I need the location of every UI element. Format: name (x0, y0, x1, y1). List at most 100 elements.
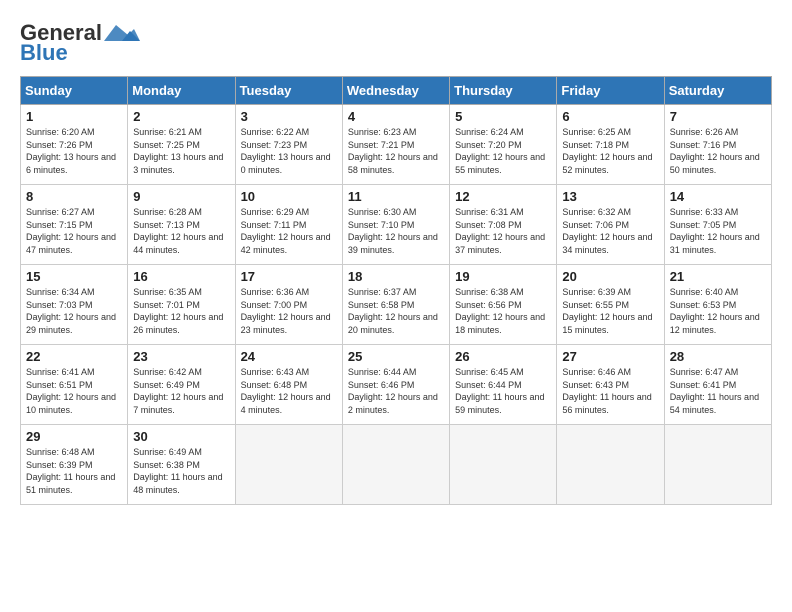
calendar-cell: 12 Sunrise: 6:31 AM Sunset: 7:08 PM Dayl… (450, 185, 557, 265)
day-detail: Sunrise: 6:38 AM Sunset: 6:56 PM Dayligh… (455, 286, 551, 336)
calendar-cell: 22 Sunrise: 6:41 AM Sunset: 6:51 PM Dayl… (21, 345, 128, 425)
day-number: 29 (26, 429, 122, 444)
calendar-cell (450, 425, 557, 505)
calendar-cell: 26 Sunrise: 6:45 AM Sunset: 6:44 PM Dayl… (450, 345, 557, 425)
day-number: 11 (348, 189, 444, 204)
day-detail: Sunrise: 6:30 AM Sunset: 7:10 PM Dayligh… (348, 206, 444, 256)
day-number: 10 (241, 189, 337, 204)
calendar-cell: 14 Sunrise: 6:33 AM Sunset: 7:05 PM Dayl… (664, 185, 771, 265)
calendar-cell: 24 Sunrise: 6:43 AM Sunset: 6:48 PM Dayl… (235, 345, 342, 425)
day-detail: Sunrise: 6:34 AM Sunset: 7:03 PM Dayligh… (26, 286, 122, 336)
calendar-cell: 27 Sunrise: 6:46 AM Sunset: 6:43 PM Dayl… (557, 345, 664, 425)
day-number: 2 (133, 109, 229, 124)
col-saturday: Saturday (664, 77, 771, 105)
calendar-cell: 4 Sunrise: 6:23 AM Sunset: 7:21 PM Dayli… (342, 105, 449, 185)
day-number: 20 (562, 269, 658, 284)
calendar-cell: 7 Sunrise: 6:26 AM Sunset: 7:16 PM Dayli… (664, 105, 771, 185)
day-number: 9 (133, 189, 229, 204)
calendar-cell (235, 425, 342, 505)
day-detail: Sunrise: 6:42 AM Sunset: 6:49 PM Dayligh… (133, 366, 229, 416)
calendar-cell: 20 Sunrise: 6:39 AM Sunset: 6:55 PM Dayl… (557, 265, 664, 345)
day-detail: Sunrise: 6:46 AM Sunset: 6:43 PM Dayligh… (562, 366, 658, 416)
day-detail: Sunrise: 6:35 AM Sunset: 7:01 PM Dayligh… (133, 286, 229, 336)
day-detail: Sunrise: 6:33 AM Sunset: 7:05 PM Dayligh… (670, 206, 766, 256)
logo: General Blue (20, 20, 140, 66)
day-number: 22 (26, 349, 122, 364)
day-number: 23 (133, 349, 229, 364)
day-detail: Sunrise: 6:20 AM Sunset: 7:26 PM Dayligh… (26, 126, 122, 176)
calendar-cell: 25 Sunrise: 6:44 AM Sunset: 6:46 PM Dayl… (342, 345, 449, 425)
calendar-cell: 17 Sunrise: 6:36 AM Sunset: 7:00 PM Dayl… (235, 265, 342, 345)
day-number: 4 (348, 109, 444, 124)
col-friday: Friday (557, 77, 664, 105)
day-number: 7 (670, 109, 766, 124)
calendar-cell: 1 Sunrise: 6:20 AM Sunset: 7:26 PM Dayli… (21, 105, 128, 185)
day-detail: Sunrise: 6:43 AM Sunset: 6:48 PM Dayligh… (241, 366, 337, 416)
calendar-week-row: 8 Sunrise: 6:27 AM Sunset: 7:15 PM Dayli… (21, 185, 772, 265)
calendar-header-row: Sunday Monday Tuesday Wednesday Thursday… (21, 77, 772, 105)
calendar-week-row: 22 Sunrise: 6:41 AM Sunset: 6:51 PM Dayl… (21, 345, 772, 425)
day-detail: Sunrise: 6:40 AM Sunset: 6:53 PM Dayligh… (670, 286, 766, 336)
calendar-week-row: 15 Sunrise: 6:34 AM Sunset: 7:03 PM Dayl… (21, 265, 772, 345)
day-detail: Sunrise: 6:26 AM Sunset: 7:16 PM Dayligh… (670, 126, 766, 176)
day-number: 24 (241, 349, 337, 364)
day-detail: Sunrise: 6:45 AM Sunset: 6:44 PM Dayligh… (455, 366, 551, 416)
day-detail: Sunrise: 6:48 AM Sunset: 6:39 PM Dayligh… (26, 446, 122, 496)
day-detail: Sunrise: 6:36 AM Sunset: 7:00 PM Dayligh… (241, 286, 337, 336)
calendar-cell: 3 Sunrise: 6:22 AM Sunset: 7:23 PM Dayli… (235, 105, 342, 185)
day-number: 8 (26, 189, 122, 204)
day-number: 28 (670, 349, 766, 364)
col-thursday: Thursday (450, 77, 557, 105)
calendar-cell: 11 Sunrise: 6:30 AM Sunset: 7:10 PM Dayl… (342, 185, 449, 265)
day-detail: Sunrise: 6:23 AM Sunset: 7:21 PM Dayligh… (348, 126, 444, 176)
day-number: 3 (241, 109, 337, 124)
calendar-cell: 19 Sunrise: 6:38 AM Sunset: 6:56 PM Dayl… (450, 265, 557, 345)
calendar-cell: 21 Sunrise: 6:40 AM Sunset: 6:53 PM Dayl… (664, 265, 771, 345)
col-tuesday: Tuesday (235, 77, 342, 105)
day-detail: Sunrise: 6:32 AM Sunset: 7:06 PM Dayligh… (562, 206, 658, 256)
calendar-cell: 23 Sunrise: 6:42 AM Sunset: 6:49 PM Dayl… (128, 345, 235, 425)
day-detail: Sunrise: 6:49 AM Sunset: 6:38 PM Dayligh… (133, 446, 229, 496)
calendar-cell (664, 425, 771, 505)
calendar-cell: 6 Sunrise: 6:25 AM Sunset: 7:18 PM Dayli… (557, 105, 664, 185)
day-number: 30 (133, 429, 229, 444)
day-number: 18 (348, 269, 444, 284)
calendar-cell: 13 Sunrise: 6:32 AM Sunset: 7:06 PM Dayl… (557, 185, 664, 265)
day-number: 5 (455, 109, 551, 124)
col-wednesday: Wednesday (342, 77, 449, 105)
day-number: 17 (241, 269, 337, 284)
calendar-cell: 16 Sunrise: 6:35 AM Sunset: 7:01 PM Dayl… (128, 265, 235, 345)
day-number: 14 (670, 189, 766, 204)
day-detail: Sunrise: 6:21 AM Sunset: 7:25 PM Dayligh… (133, 126, 229, 176)
calendar-cell: 10 Sunrise: 6:29 AM Sunset: 7:11 PM Dayl… (235, 185, 342, 265)
logo-blue-text: Blue (20, 40, 68, 66)
calendar-week-row: 29 Sunrise: 6:48 AM Sunset: 6:39 PM Dayl… (21, 425, 772, 505)
day-detail: Sunrise: 6:29 AM Sunset: 7:11 PM Dayligh… (241, 206, 337, 256)
calendar-cell (342, 425, 449, 505)
day-number: 1 (26, 109, 122, 124)
day-number: 27 (562, 349, 658, 364)
day-number: 21 (670, 269, 766, 284)
day-detail: Sunrise: 6:31 AM Sunset: 7:08 PM Dayligh… (455, 206, 551, 256)
day-number: 26 (455, 349, 551, 364)
calendar-cell: 5 Sunrise: 6:24 AM Sunset: 7:20 PM Dayli… (450, 105, 557, 185)
calendar-cell: 30 Sunrise: 6:49 AM Sunset: 6:38 PM Dayl… (128, 425, 235, 505)
page-header: General Blue (20, 20, 772, 66)
day-number: 12 (455, 189, 551, 204)
logo-icon (104, 21, 140, 45)
day-detail: Sunrise: 6:47 AM Sunset: 6:41 PM Dayligh… (670, 366, 766, 416)
calendar-cell: 29 Sunrise: 6:48 AM Sunset: 6:39 PM Dayl… (21, 425, 128, 505)
col-monday: Monday (128, 77, 235, 105)
col-sunday: Sunday (21, 77, 128, 105)
day-detail: Sunrise: 6:44 AM Sunset: 6:46 PM Dayligh… (348, 366, 444, 416)
calendar-cell: 9 Sunrise: 6:28 AM Sunset: 7:13 PM Dayli… (128, 185, 235, 265)
calendar-cell (557, 425, 664, 505)
day-detail: Sunrise: 6:39 AM Sunset: 6:55 PM Dayligh… (562, 286, 658, 336)
day-detail: Sunrise: 6:22 AM Sunset: 7:23 PM Dayligh… (241, 126, 337, 176)
day-number: 16 (133, 269, 229, 284)
calendar-week-row: 1 Sunrise: 6:20 AM Sunset: 7:26 PM Dayli… (21, 105, 772, 185)
day-number: 19 (455, 269, 551, 284)
calendar-cell: 28 Sunrise: 6:47 AM Sunset: 6:41 PM Dayl… (664, 345, 771, 425)
day-detail: Sunrise: 6:41 AM Sunset: 6:51 PM Dayligh… (26, 366, 122, 416)
day-detail: Sunrise: 6:27 AM Sunset: 7:15 PM Dayligh… (26, 206, 122, 256)
